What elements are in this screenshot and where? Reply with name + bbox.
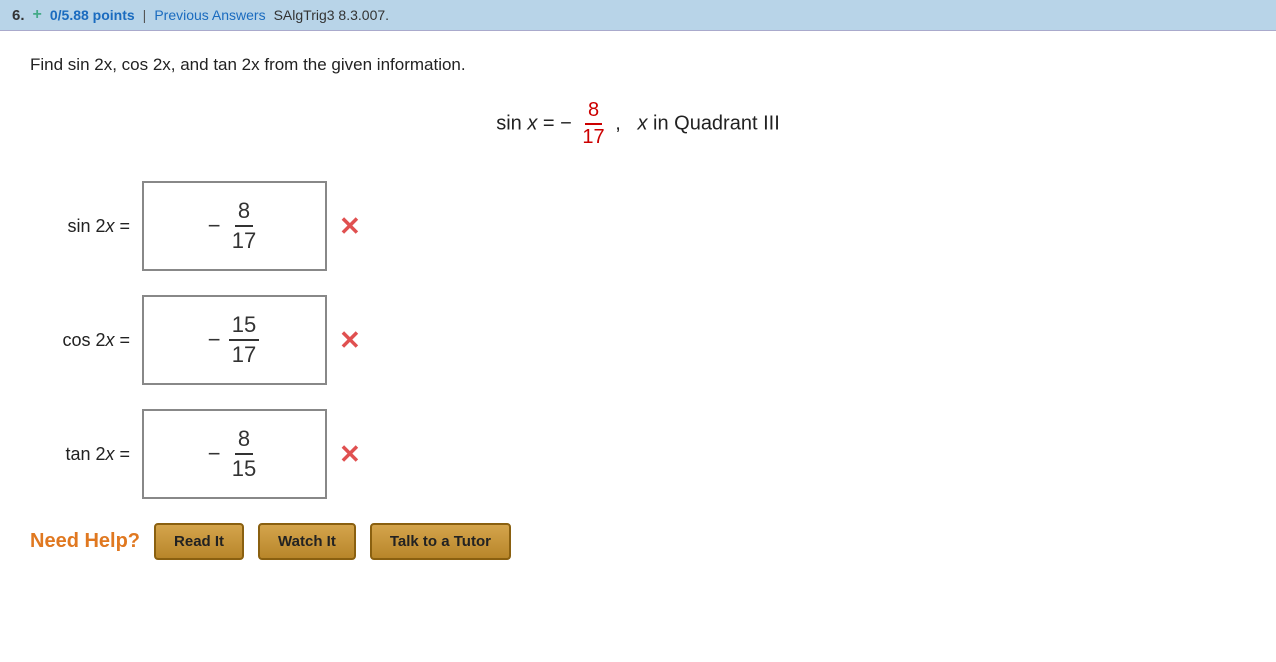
cos-answer-box: − 15 17 (142, 295, 327, 385)
read-it-button[interactable]: Read It (154, 523, 244, 560)
sin-wrong-mark: ✕ (339, 211, 361, 242)
sin-numerator: 8 (235, 198, 253, 227)
cos-denominator: 17 (229, 341, 259, 368)
cos-sign: − (208, 327, 227, 353)
plus-icon: + (33, 6, 42, 24)
cos-fraction: 15 17 (229, 312, 259, 368)
cos-label: cos 2x = (30, 330, 130, 351)
sin-label: sin 2x = (30, 216, 130, 237)
points-text: 0/5.88 points (50, 7, 135, 23)
sin-fraction: 8 17 (229, 198, 259, 254)
given-numerator: 8 (585, 99, 602, 125)
answers-container: sin 2x = − 8 17 ✕ cos 2x = − 15 17 (30, 181, 1246, 499)
question-number: 6. (12, 7, 25, 24)
problem-statement: Find sin 2x, cos 2x, and tan 2x from the… (30, 55, 1246, 75)
given-suffix: , x in Quadrant III (615, 112, 780, 134)
need-help-label: Need Help? (30, 530, 140, 553)
header-bar: 6. + 0/5.88 points | Previous Answers SA… (0, 0, 1276, 31)
tan-fraction: 8 15 (229, 426, 259, 482)
separator: | (143, 7, 147, 23)
tan-sign: − (208, 441, 227, 467)
tan-denominator: 15 (229, 455, 259, 482)
given-equation: sin x = − 8 17 , x in Quadrant III (30, 99, 1246, 149)
answer-row-tan: tan 2x = − 8 15 ✕ (30, 409, 1246, 499)
sin-denominator: 17 (229, 227, 259, 254)
talk-to-tutor-button[interactable]: Talk to a Tutor (370, 523, 511, 560)
sin-answer-box: − 8 17 (142, 181, 327, 271)
ref-code: SAlgTrig3 8.3.007. (274, 7, 389, 23)
answer-row-cos: cos 2x = − 15 17 ✕ (30, 295, 1246, 385)
given-fraction: 8 17 (579, 99, 607, 149)
answer-row-sin: sin 2x = − 8 17 ✕ (30, 181, 1246, 271)
watch-it-button[interactable]: Watch It (258, 523, 356, 560)
tan-label: tan 2x = (30, 444, 130, 465)
sin-sign: − (208, 213, 227, 239)
tan-answer-box: − 8 15 (142, 409, 327, 499)
main-content: Find sin 2x, cos 2x, and tan 2x from the… (0, 31, 1276, 584)
given-denominator: 17 (579, 125, 607, 149)
tan-wrong-mark: ✕ (339, 439, 361, 470)
previous-answers-link[interactable]: Previous Answers (154, 7, 265, 23)
cos-wrong-mark: ✕ (339, 325, 361, 356)
tan-numerator: 8 (235, 426, 253, 455)
given-prefix: sin x = − (496, 112, 572, 134)
cos-numerator: 15 (229, 312, 259, 341)
help-section: Need Help? Read It Watch It Talk to a Tu… (30, 523, 1246, 560)
problem-text: Find sin 2x, cos 2x, and tan 2x from the… (30, 55, 466, 74)
